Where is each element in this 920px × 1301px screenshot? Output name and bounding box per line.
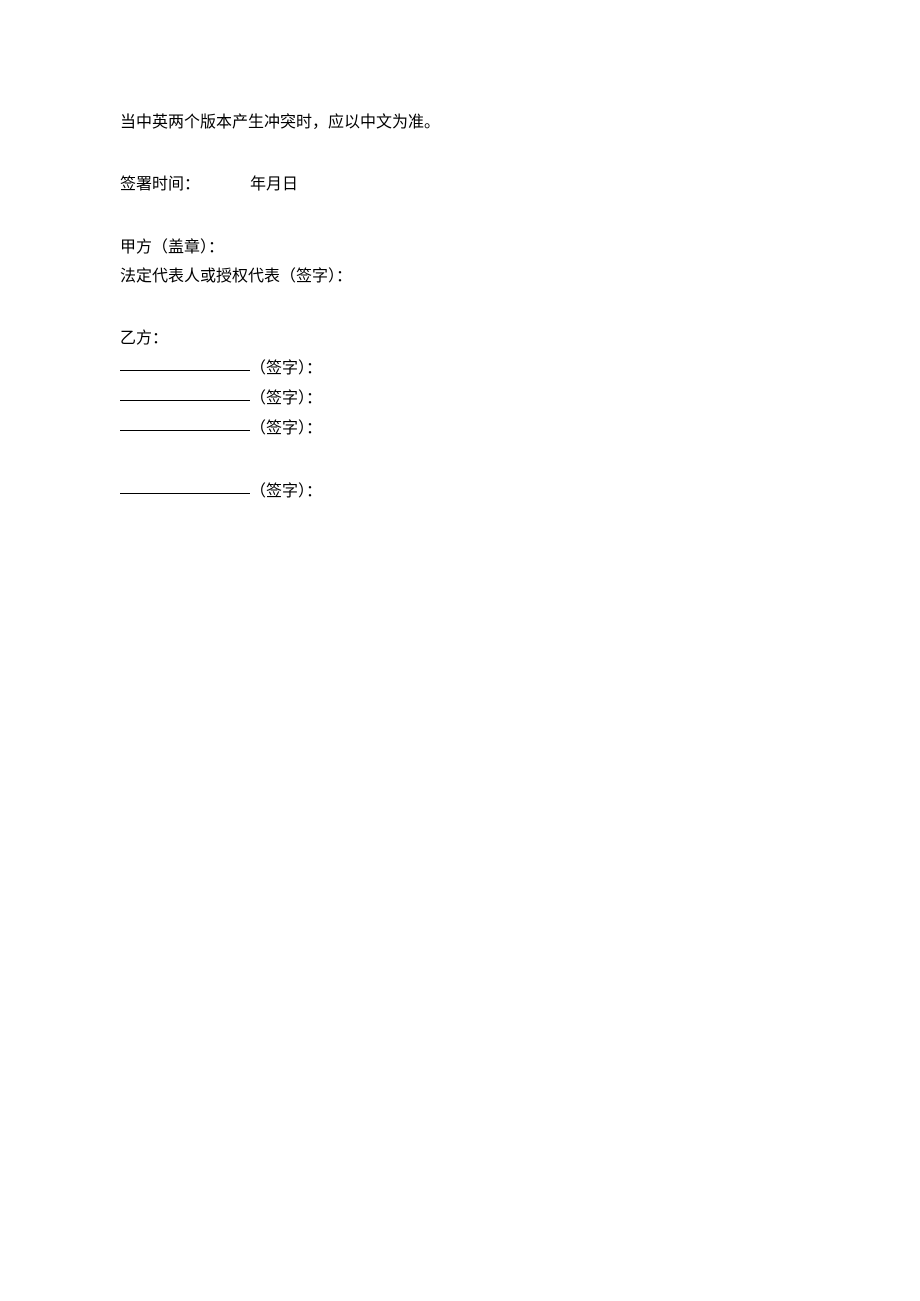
party-b-sign-2: （签字）： [120, 384, 322, 414]
party-b-label: 乙方： [120, 324, 800, 354]
document-page: 当中英两个版本产生冲突时，应以中文为准。 签署时间： 年月日 甲方（盖章）： 法定… [0, 0, 920, 507]
party-b-sign-1: （签字）： [120, 354, 322, 384]
party-b-block: 乙方： （签字）： （签字）： （签字）： [120, 324, 800, 445]
spacer [120, 138, 800, 170]
signing-time-line: 签署时间： 年月日 [120, 170, 800, 200]
spacer [120, 201, 800, 233]
signature-blank-1[interactable] [120, 354, 250, 371]
signature-blank-3[interactable] [120, 414, 250, 431]
sign-suffix-4: （签字）： [250, 483, 322, 500]
party-a-block: 甲方（盖章）： 法定代表人或授权代表（签字）： [120, 233, 800, 292]
conflict-clause: 当中英两个版本产生冲突时，应以中文为准。 [120, 108, 800, 138]
party-a-seal: 甲方（盖章）： [120, 233, 800, 263]
party-b-sign-4: （签字）： [120, 477, 322, 507]
signature-blank-2[interactable] [120, 384, 250, 401]
party-b-sign-3: （签字）： [120, 414, 322, 444]
spacer [120, 292, 800, 324]
signature-blank-4[interactable] [120, 477, 250, 494]
sign-suffix-2: （签字）： [250, 390, 322, 407]
sign-suffix-3: （签字）： [250, 420, 322, 437]
date-format: 年月日 [250, 176, 298, 193]
party-a-legal-rep: 法定代表人或授权代表（签字）： [120, 262, 800, 292]
spacer [120, 445, 800, 477]
signing-time-label: 签署时间： [120, 176, 200, 193]
sign-suffix-1: （签字）： [250, 360, 322, 377]
